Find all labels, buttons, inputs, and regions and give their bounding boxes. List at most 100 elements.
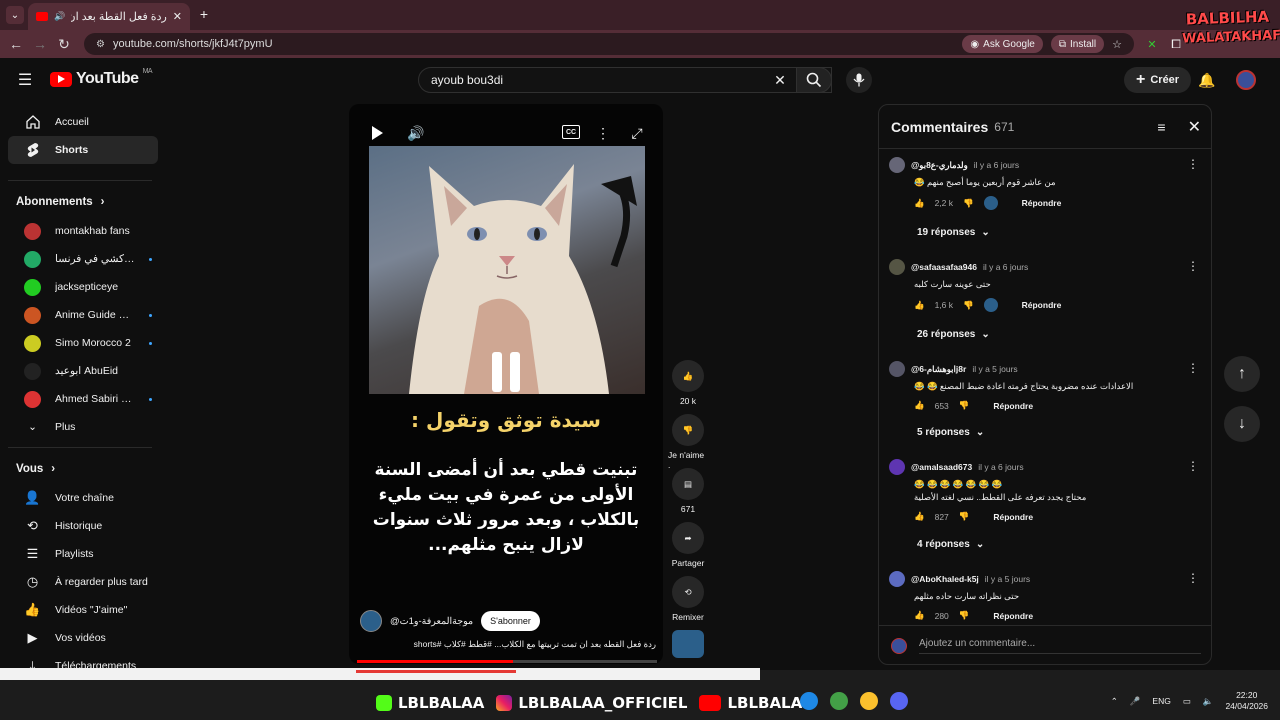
chrome-profile-icon[interactable] <box>860 692 878 710</box>
reply-button[interactable]: Répondre <box>993 401 1033 411</box>
audio-icon[interactable]: 🔊 <box>54 11 65 22</box>
like-action[interactable]: 👍 20 k <box>668 360 708 406</box>
show-replies-button[interactable]: 5 réponses ⌄ <box>917 427 984 438</box>
install-button[interactable]: ⧉ Install <box>1050 35 1105 53</box>
dislike-comment-icon[interactable]: 👎 <box>959 610 970 621</box>
sidebar-subscription-item[interactable]: مراكشي في فرنسا <box>8 245 158 273</box>
like-comment-icon[interactable]: 👍 <box>914 610 925 621</box>
forward-icon[interactable]: → <box>28 32 52 56</box>
comment-menu-icon[interactable]: ⋮ <box>1187 259 1199 273</box>
dislike-comment-icon[interactable]: 👎 <box>963 198 974 209</box>
sidebar-item-like[interactable]: 👍 Vidéos "J'aime" <box>8 596 158 624</box>
comment-avatar[interactable] <box>889 571 905 587</box>
video-description[interactable]: ردة فعل القطه بعد ان تمت تربيتها مع الكل… <box>360 639 656 650</box>
menu-icon[interactable]: ☰ <box>16 71 34 89</box>
subscribe-button[interactable]: S'abonner <box>481 611 540 631</box>
pause-icon[interactable] <box>488 352 524 402</box>
site-info-icon[interactable]: ⚙ <box>96 39 105 50</box>
bookmark-star-icon[interactable]: ☆ <box>1112 38 1122 51</box>
reply-button[interactable]: Répondre <box>993 611 1033 621</box>
extension-icon[interactable]: ✕ <box>1144 36 1160 52</box>
language-indicator[interactable]: ENG <box>1152 696 1170 706</box>
sidebar-item-history[interactable]: ⟲ Historique <box>8 512 158 540</box>
like-comment-icon[interactable]: 👍 <box>914 198 925 209</box>
dislike-comment-icon[interactable]: 👎 <box>959 511 970 522</box>
subscriptions-heading[interactable]: Abonnements › <box>0 187 160 217</box>
reply-button[interactable]: Répondre <box>1022 198 1062 208</box>
sidebar-item-channel[interactable]: 👤 Votre chaîne <box>8 484 158 512</box>
network-icon[interactable]: ▭ <box>1183 696 1191 707</box>
comment-menu-icon[interactable]: ⋮ <box>1187 361 1199 375</box>
remix-action[interactable]: ⟲ Remixer <box>668 576 708 622</box>
like-comment-icon[interactable]: 👍 <box>914 511 925 522</box>
clock[interactable]: 22:20 24/04/2026 <box>1225 690 1268 712</box>
sidebar-item-clock[interactable]: ◷ À regarder plus tard <box>8 568 158 596</box>
sidebar-item-playlist[interactable]: ☰ Playlists <box>8 540 158 568</box>
close-icon[interactable]: ✕ <box>1188 117 1201 137</box>
reply-button[interactable]: Répondre <box>993 512 1033 522</box>
sidebar-subscription-item[interactable]: Simo Morocco 2 <box>8 329 158 357</box>
discord-icon[interactable] <box>890 692 908 710</box>
sort-icon[interactable]: ≡ <box>1157 119 1165 135</box>
comment-menu-icon[interactable]: ⋮ <box>1187 459 1199 473</box>
sidebar-item-plus[interactable]: ⌄ Plus <box>8 413 158 441</box>
channel-avatar[interactable] <box>360 610 382 632</box>
sidebar-subscription-item[interactable]: Ahmed Sabiri 2.0 <box>8 385 158 413</box>
browser-tab[interactable]: 🔊 ردة فعل القطة بعد ان تمت تر ✕ <box>28 3 190 30</box>
reply-button[interactable]: Répondre <box>1022 300 1062 310</box>
ask-google-button[interactable]: ◉ Ask Google <box>962 35 1043 53</box>
more-options-icon[interactable]: ⋮ <box>596 124 610 142</box>
chrome-icon[interactable] <box>830 692 848 710</box>
dislike-comment-icon[interactable]: 👎 <box>963 300 974 311</box>
tab-search-icon[interactable]: ⌄ <box>6 6 24 24</box>
add-comment-input[interactable]: Ajoutez un commentaire... <box>919 638 1201 654</box>
create-button[interactable]: + Créer <box>1124 67 1192 93</box>
speaker-icon[interactable]: 🔈 <box>1203 696 1214 707</box>
channel-name[interactable]: @موجةالمعرفة-و1ت <box>390 616 473 627</box>
sidebar-item-video[interactable]: ▶ Vos vidéos <box>8 624 158 652</box>
show-replies-button[interactable]: 19 réponses ⌄ <box>917 227 990 238</box>
share-action[interactable]: ➦ Partager <box>668 522 708 568</box>
sidebar-subscription-item[interactable]: Anime Guide عربي <box>8 301 158 329</box>
play-button[interactable] <box>368 124 386 142</box>
volume-icon[interactable]: 🔊 <box>406 124 426 142</box>
like-comment-icon[interactable]: 👍 <box>914 300 925 311</box>
video-progress-bar[interactable] <box>357 660 657 663</box>
comment-avatar[interactable] <box>889 259 905 275</box>
sidebar-item-shorts[interactable]: Shorts <box>8 136 158 164</box>
like-comment-icon[interactable]: 👍 <box>914 400 925 411</box>
account-avatar[interactable] <box>1236 70 1256 90</box>
back-icon[interactable]: ← <box>4 32 28 56</box>
new-tab-icon[interactable]: + <box>196 6 212 22</box>
comments-action[interactable]: ▤ 671 <box>668 468 708 514</box>
comment-menu-icon[interactable]: ⋮ <box>1187 571 1199 585</box>
comment-avatar[interactable] <box>889 361 905 377</box>
comment-menu-icon[interactable]: ⋮ <box>1187 157 1199 171</box>
close-tab-icon[interactable]: ✕ <box>173 10 182 23</box>
sidebar-subscription-item[interactable]: ابوعيد AbuEid <box>8 357 158 385</box>
fullscreen-icon[interactable]: ⤢ <box>628 124 646 142</box>
chevron-up-icon[interactable]: ⌃ <box>1111 696 1118 707</box>
url-field[interactable]: ⚙ youtube.com/shorts/jkfJ4t7pymU ◉ Ask Go… <box>84 33 1134 55</box>
sidebar-subscription-item[interactable]: montakhab fans <box>8 217 158 245</box>
microphone-tray-icon[interactable]: 🎤 <box>1130 696 1141 707</box>
search-input[interactable]: ayoub bou3di <box>418 67 832 93</box>
sound-thumbnail[interactable] <box>672 630 704 658</box>
search-button[interactable] <box>796 67 832 93</box>
you-heading[interactable]: Vous › <box>0 454 160 484</box>
youtube-logo[interactable]: YouTube MA <box>50 68 153 88</box>
notifications-bell-icon[interactable]: 🔔 <box>1197 70 1217 90</box>
dislike-comment-icon[interactable]: 👎 <box>959 400 970 411</box>
comment-avatar[interactable] <box>889 157 905 173</box>
dislike-action[interactable]: 👎 Je n'aime . <box>668 414 708 470</box>
sidebar-item-accueil[interactable]: Accueil <box>8 108 158 136</box>
reload-icon[interactable]: ↻ <box>52 32 76 56</box>
sidebar-subscription-item[interactable]: jacksepticeye <box>8 273 158 301</box>
show-replies-button[interactable]: 26 réponses ⌄ <box>917 329 990 340</box>
comment-avatar[interactable] <box>889 459 905 475</box>
previous-short-button[interactable]: ↑ <box>1224 356 1260 392</box>
show-replies-button[interactable]: 4 réponses ⌄ <box>917 539 984 550</box>
clear-search-icon[interactable]: ✕ <box>771 71 789 89</box>
voice-search-button[interactable] <box>846 67 872 93</box>
captions-icon[interactable]: CC <box>562 125 580 139</box>
